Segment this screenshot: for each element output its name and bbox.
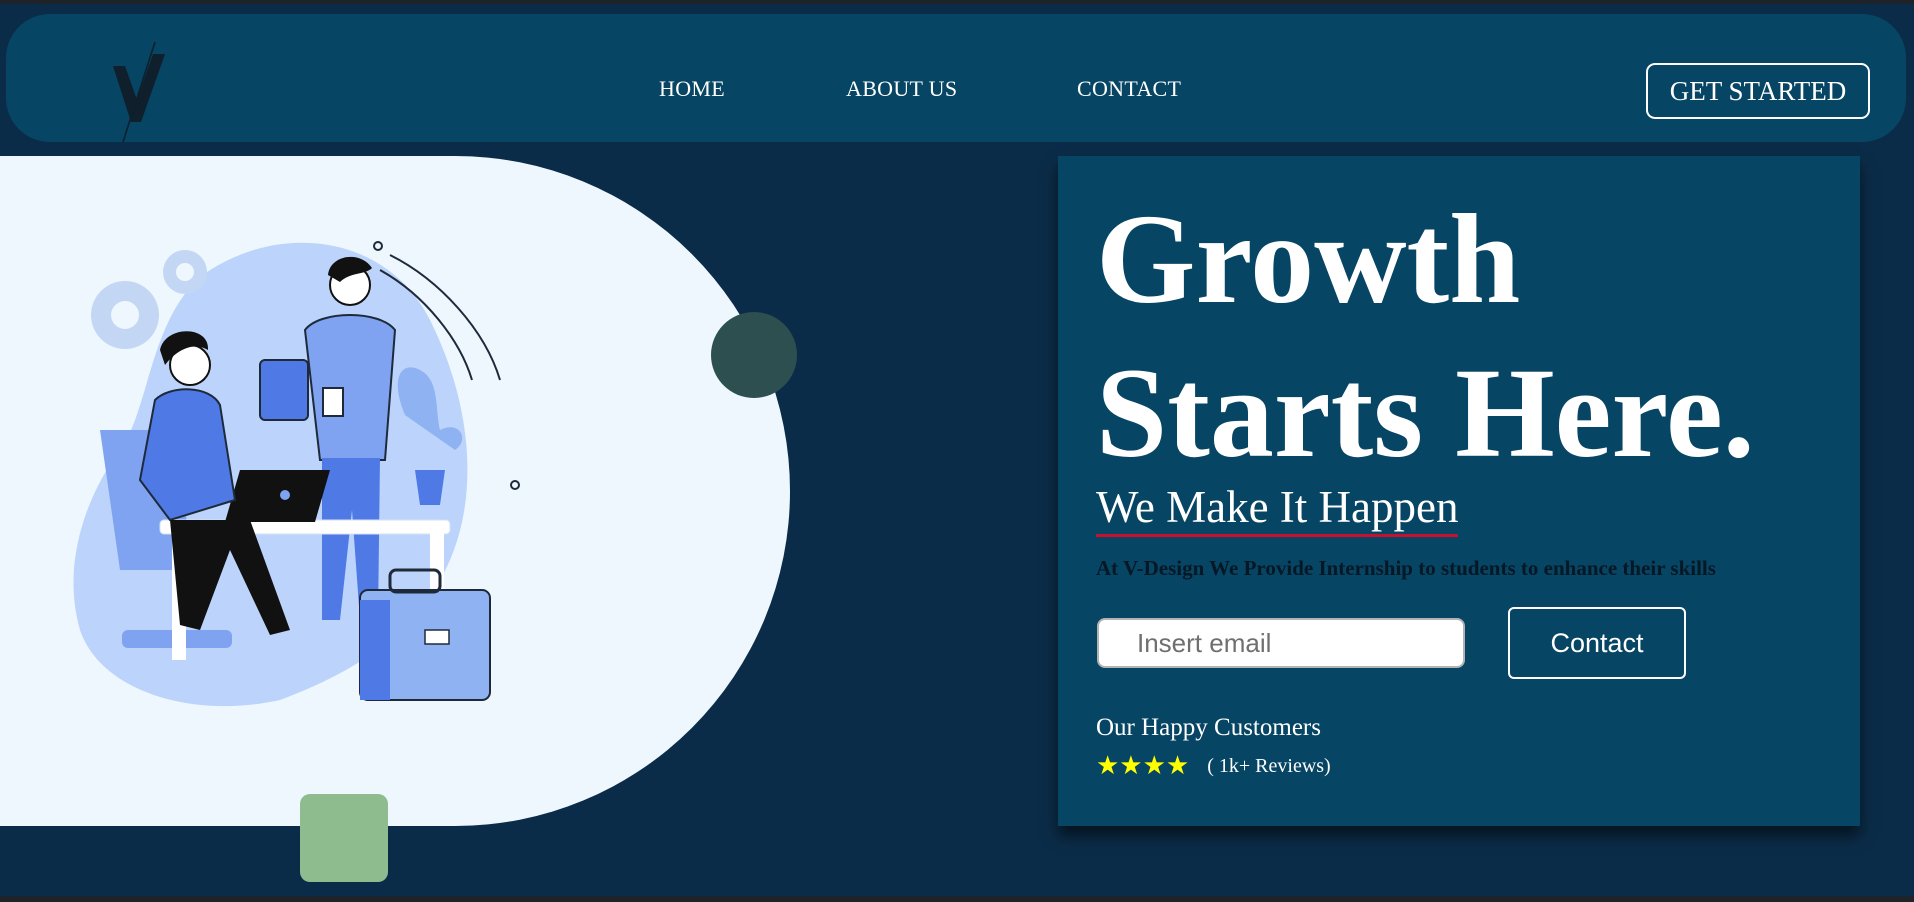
nav-link-contact[interactable]: CONTACT [1077, 76, 1181, 102]
nav-link-about-us[interactable]: ABOUT US [846, 76, 957, 102]
reviews-count: ( 1k+ Reviews) [1207, 754, 1331, 777]
contact-button[interactable]: Contact [1508, 607, 1686, 679]
decorative-circle [711, 312, 797, 398]
get-started-button[interactable]: GET STARTED [1646, 63, 1870, 119]
rating-row: ★★★★ ( 1k+ Reviews) [1096, 751, 1331, 781]
hero-tagline: At V-Design We Provide Internship to stu… [1096, 556, 1716, 580]
v-logo-icon[interactable] [111, 36, 173, 146]
hero-card: Growth Starts Here. We Make It Happen At… [1058, 156, 1860, 826]
nav-link-home[interactable]: HOME [659, 76, 725, 102]
window-bottom-border [0, 896, 1914, 902]
navbar: HOME ABOUT US CONTACT GET STARTED [6, 14, 1906, 143]
happy-customers-title: Our Happy Customers [1096, 714, 1321, 741]
decorative-square [300, 794, 388, 882]
team-work-illustration [73, 241, 520, 707]
star-rating-icon: ★★★★ [1096, 751, 1190, 781]
hero-subheading: We Make It Happen [1096, 482, 1459, 537]
hero-headline: Growth Starts Here. [1096, 188, 1755, 484]
window-top-border [0, 0, 1914, 4]
email-input[interactable] [1097, 618, 1465, 668]
